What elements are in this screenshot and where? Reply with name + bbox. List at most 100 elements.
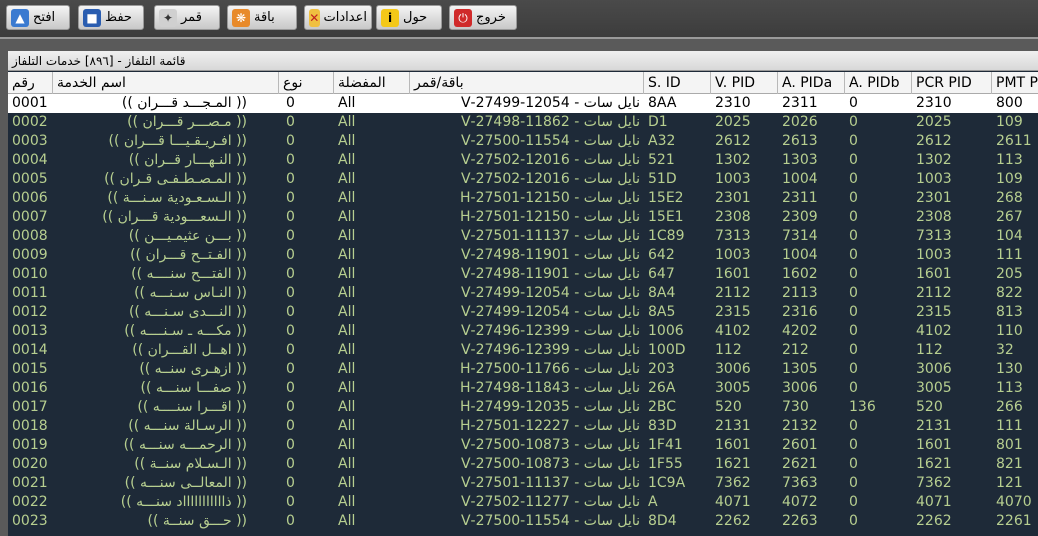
table-row[interactable]: 0007 (( الـسعـــودية قـــران )) 0 All نايل س… — [8, 208, 1038, 227]
cell-apidb: 0 — [849, 361, 858, 377]
bouquet-label: باقة — [254, 10, 275, 25]
col-header-sat[interactable]: باقة/قمر — [410, 72, 644, 94]
cell-sat: نايل سات - 11137-27501-V — [460, 475, 640, 491]
cell-pmt: 109 — [996, 171, 1023, 187]
satellite-button[interactable]: ✦ قمر — [154, 5, 220, 30]
cell-pmt: 104 — [996, 228, 1023, 244]
about-button[interactable]: i حول — [376, 5, 442, 30]
col-header-pmt[interactable]: PMT P — [992, 72, 1038, 94]
cell-vpid: 520 — [715, 399, 742, 415]
table-row[interactable]: 0003 (( افـريـقـيـــا قـــران )) 0 All نايل … — [8, 132, 1038, 151]
table-row[interactable]: 0012 (( النـــدى سـنـــه )) 0 All نايل سات -… — [8, 303, 1038, 322]
cell-sid: A32 — [648, 133, 676, 149]
table-row[interactable]: 0004 (( النـهـــار قــران )) 0 All نايل سات … — [8, 151, 1038, 170]
cell-pmt: 109 — [996, 114, 1023, 130]
cell-fav: All — [338, 247, 356, 263]
cell-sat: نايل سات - 11901-27498-V — [460, 247, 640, 263]
cell-type: 0 — [286, 266, 295, 282]
cell-vpid: 2025 — [715, 114, 751, 130]
cell-fav: All — [338, 190, 356, 206]
cell-pmt: 113 — [996, 380, 1023, 396]
cell-vpid: 1302 — [715, 152, 751, 168]
table-row[interactable]: 0015 (( ازهـرى سنــه )) 0 All نايل سات - 117… — [8, 360, 1038, 379]
cell-pmt: 822 — [996, 285, 1023, 301]
cell-pcr: 1003 — [916, 247, 952, 263]
cell-vpid: 1601 — [715, 266, 751, 282]
table-row[interactable]: 0005 (( المـصـطـفـى قـران )) 0 All نايل سات … — [8, 170, 1038, 189]
cell-name: (( افـريـقـيـــا قـــران )) — [108, 133, 247, 149]
cell-apidb: 0 — [849, 285, 858, 301]
table-row[interactable]: 0009 (( الفـتــح قـــران )) 0 All نايل سات -… — [8, 246, 1038, 265]
cell-fav: All — [338, 209, 356, 225]
table-row[interactable]: 0001 (( المـجـــد قـــران )) 0 All نايل سات … — [8, 94, 1038, 113]
cell-pcr: 2308 — [916, 209, 952, 225]
col-header-name[interactable]: اسم الخدمة — [53, 72, 279, 94]
col-header-apidb[interactable]: A. PIDb — [845, 72, 912, 94]
cell-apida: 1004 — [782, 247, 818, 263]
cell-vpid: 2301 — [715, 190, 751, 206]
cell-apida: 1004 — [782, 171, 818, 187]
col-header-apida[interactable]: A. PIDa — [778, 72, 845, 94]
table-row[interactable]: 0021 (( المعالــى سنـــه )) 0 All نايل سات -… — [8, 474, 1038, 493]
cell-sid: 100D — [648, 342, 686, 358]
table-row[interactable]: 0018 (( الرسـالة سنـــه )) 0 All نايل سات - … — [8, 417, 1038, 436]
cell-apida: 212 — [782, 342, 809, 358]
cell-type: 0 — [286, 475, 295, 491]
cell-apidb: 0 — [849, 475, 858, 491]
table-row[interactable]: 0010 (( الفتـــح سنــــه )) 0 All نايل سات -… — [8, 265, 1038, 284]
cell-pcr: 2025 — [916, 114, 952, 130]
cell-sat: نايل سات - 11554-27500-V — [460, 513, 640, 529]
cell-num: 0016 — [12, 380, 48, 396]
cell-name: (( المعالــى سنـــه )) — [124, 475, 247, 491]
table-row[interactable]: 0020 (( الـسـلام سنــة )) 0 All نايل سات - 1… — [8, 455, 1038, 474]
cell-type: 0 — [286, 95, 295, 111]
cell-fav: All — [338, 114, 356, 130]
table-row[interactable]: 0014 (( اهــل القـــران )) 0 All نايل سات - … — [8, 341, 1038, 360]
col-header-pcr[interactable]: PCR PID — [912, 72, 992, 94]
cell-vpid: 2612 — [715, 133, 751, 149]
cell-pmt: 110 — [996, 323, 1023, 339]
col-header-type[interactable]: نوع — [279, 72, 334, 94]
cell-vpid: 1003 — [715, 247, 751, 263]
cell-apidb: 0 — [849, 95, 858, 111]
cell-apidb: 0 — [849, 380, 858, 396]
table-row[interactable]: 0016 (( صفـــا سنـــه )) 0 All نايل سات - 11… — [8, 379, 1038, 398]
table-row[interactable]: 0023 (( حـــق سنــة )) 0 All نايل سات - 1155… — [8, 512, 1038, 531]
cell-sid: A — [648, 494, 658, 510]
table-row[interactable]: 0013 (( مكـــه ـ سـنــــه )) 0 All نايل سات … — [8, 322, 1038, 341]
save-button[interactable]: ■ حفظ — [78, 5, 144, 30]
table-row[interactable]: 0006 (( الـسـعـودية سـنـــة )) 0 All نايل سا… — [8, 189, 1038, 208]
cell-vpid: 7313 — [715, 228, 751, 244]
settings-button[interactable]: ✕ اعدادات — [304, 5, 372, 30]
cell-pcr: 3005 — [916, 380, 952, 396]
cell-pmt: 32 — [996, 342, 1014, 358]
exit-button[interactable]: ⏻ خروج — [449, 5, 517, 30]
cell-apidb: 0 — [849, 114, 858, 130]
cell-pcr: 2310 — [916, 95, 952, 111]
cell-apida: 2601 — [782, 437, 818, 453]
cell-apidb: 0 — [849, 247, 858, 263]
cell-apidb: 0 — [849, 304, 858, 320]
cell-type: 0 — [286, 114, 295, 130]
bouquet-button[interactable]: ❋ باقة — [227, 5, 297, 30]
col-header-num[interactable]: رقم — [8, 72, 53, 94]
cell-sat: نايل سات - 12054-27499-V — [460, 285, 640, 301]
table-row[interactable]: 0019 (( الرحمـــه سنـــه )) 0 All نايل سات -… — [8, 436, 1038, 455]
col-header-sid[interactable]: S. ID — [644, 72, 711, 94]
col-header-fav[interactable]: المفضلة — [334, 72, 410, 94]
cell-apidb: 0 — [849, 152, 858, 168]
cell-fav: All — [338, 95, 356, 111]
table-row[interactable]: 0002 (( مـصـــر قـــران )) 0 All نايل سات - … — [8, 113, 1038, 132]
open-button[interactable]: ▲ افتح — [6, 5, 70, 30]
table-row[interactable]: 0008 (( بـــن عثيمـيـــن )) 0 All نايل سات -… — [8, 227, 1038, 246]
cell-pmt: 268 — [996, 190, 1023, 206]
table-row[interactable]: 0022 (( ذاااااااااااد سنـــه )) 0 All نايل س… — [8, 493, 1038, 512]
cell-pmt: 113 — [996, 152, 1023, 168]
table-row[interactable]: 0017 (( اقـــرا سنــــه )) 0 All نايل سات - … — [8, 398, 1038, 417]
satellite-icon: ✦ — [159, 8, 177, 27]
cell-num: 0001 — [12, 95, 48, 111]
cell-sid: 647 — [648, 266, 675, 282]
col-header-vpid[interactable]: V. PID — [711, 72, 778, 94]
table-row[interactable]: 0011 (( النـاس سـنـــه )) 0 All نايل سات - 1… — [8, 284, 1038, 303]
cell-name: (( ازهـرى سنــه )) — [139, 361, 247, 377]
